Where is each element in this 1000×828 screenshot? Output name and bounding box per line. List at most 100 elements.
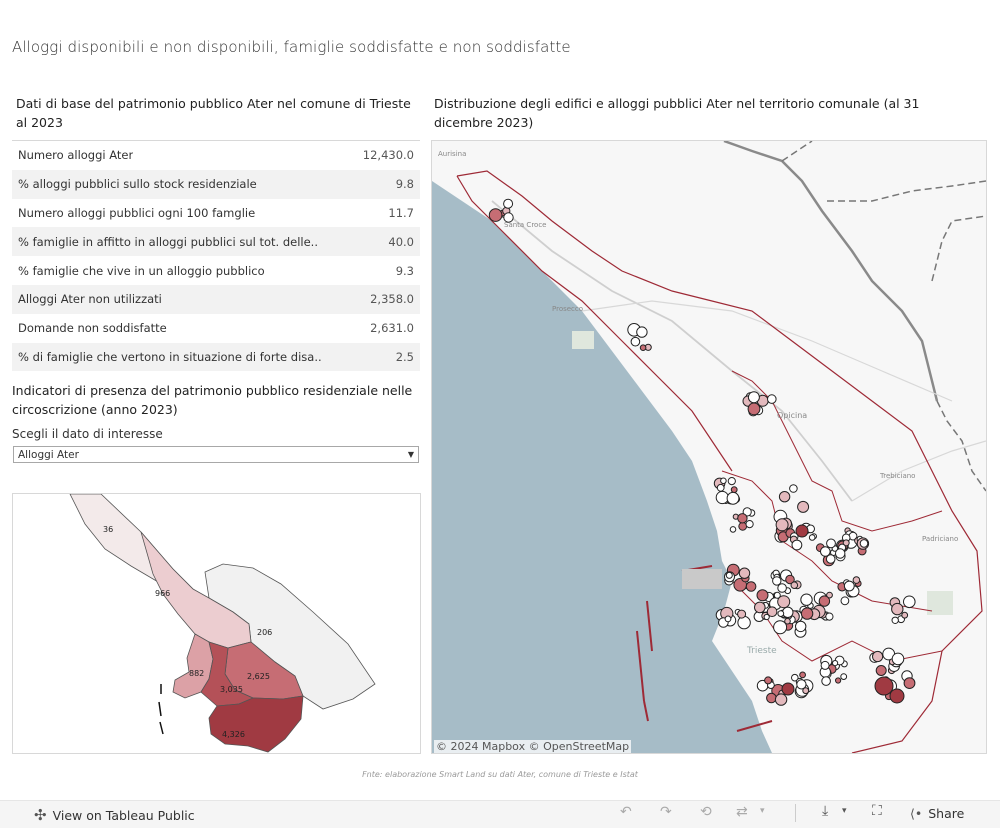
building-marker[interactable] bbox=[795, 524, 809, 538]
chevron-down-icon[interactable]: ▾ bbox=[842, 806, 847, 816]
building-marker[interactable] bbox=[872, 650, 884, 663]
building-marker[interactable] bbox=[903, 595, 916, 609]
building-marker[interactable] bbox=[767, 394, 777, 404]
building-marker[interactable] bbox=[791, 539, 803, 551]
building-marker[interactable] bbox=[754, 601, 766, 614]
building-marker[interactable] bbox=[875, 665, 887, 676]
building-marker[interactable] bbox=[820, 660, 830, 670]
map-attribution[interactable]: © 2024 Mapbox © OpenStreetMap bbox=[434, 740, 632, 753]
building-marker[interactable] bbox=[738, 521, 748, 531]
kpi-row[interactable]: % di famiglie che vertono in situazione … bbox=[12, 342, 420, 372]
building-marker[interactable] bbox=[835, 677, 842, 684]
building-marker[interactable] bbox=[720, 477, 727, 485]
kpi-row[interactable]: Numero alloggi Ater 12,430.0 bbox=[12, 141, 420, 170]
share-button[interactable]: ⟨• Share bbox=[910, 806, 964, 821]
building-marker[interactable] bbox=[840, 596, 850, 606]
buildings-distribution-map[interactable]: Aurisina Santa Croce Prosecco Opicina Tr… bbox=[431, 140, 987, 754]
building-marker[interactable] bbox=[891, 652, 905, 666]
building-marker[interactable] bbox=[488, 208, 503, 222]
building-marker[interactable] bbox=[737, 513, 748, 524]
building-marker[interactable] bbox=[639, 344, 647, 351]
kpi-label: Numero alloggi Ater bbox=[18, 148, 134, 163]
building-marker[interactable] bbox=[775, 518, 789, 532]
building-marker[interactable] bbox=[795, 620, 807, 633]
kpi-row[interactable]: Numero alloggi pubblici ogni 100 famglie… bbox=[12, 199, 420, 228]
building-marker[interactable] bbox=[764, 676, 773, 685]
building-marker[interactable] bbox=[782, 606, 794, 618]
redo-icon[interactable]: ↷ bbox=[660, 804, 672, 820]
building-marker[interactable] bbox=[745, 581, 757, 592]
building-marker[interactable] bbox=[730, 486, 738, 494]
building-marker[interactable] bbox=[789, 484, 798, 493]
building-marker[interactable] bbox=[756, 589, 769, 602]
building-marker[interactable] bbox=[802, 687, 810, 695]
building-marker[interactable] bbox=[724, 615, 732, 623]
kpi-row[interactable]: Domande non soddisfatte 2,631.0 bbox=[12, 314, 420, 343]
building-marker[interactable] bbox=[747, 402, 761, 416]
view-on-tableau-public-link[interactable]: ✣ View on Tableau Public bbox=[34, 806, 195, 824]
revert-icon[interactable]: ⟲ bbox=[700, 804, 712, 820]
indicator-dropdown[interactable]: Alloggi Ater ▼ bbox=[13, 446, 419, 463]
building-marker[interactable] bbox=[727, 477, 736, 486]
building-marker[interactable] bbox=[832, 660, 839, 667]
building-marker[interactable] bbox=[843, 580, 855, 592]
kpi-row[interactable]: % alloggi pubblici sullo stock residenzi… bbox=[12, 169, 420, 199]
kpi-row[interactable]: % famiglie che vive in un alloggio pubbl… bbox=[12, 256, 420, 285]
building-marker[interactable] bbox=[820, 546, 831, 557]
refresh-icon[interactable]: ⇄ bbox=[736, 804, 748, 820]
building-marker[interactable] bbox=[715, 490, 729, 505]
building-marker[interactable] bbox=[901, 611, 909, 619]
building-marker[interactable] bbox=[797, 500, 810, 513]
building-marker[interactable] bbox=[891, 616, 899, 624]
building-marker[interactable] bbox=[800, 607, 814, 620]
building-marker[interactable] bbox=[818, 595, 831, 607]
building-marker[interactable] bbox=[799, 671, 807, 679]
building-marker[interactable] bbox=[903, 677, 916, 689]
building-marker[interactable] bbox=[781, 682, 795, 696]
building-marker[interactable] bbox=[808, 534, 816, 541]
building-marker[interactable] bbox=[729, 526, 737, 533]
building-marker[interactable] bbox=[774, 693, 788, 706]
building-marker[interactable] bbox=[766, 606, 778, 618]
building-marker[interactable] bbox=[800, 593, 813, 606]
building-marker[interactable] bbox=[503, 198, 514, 209]
undo-icon[interactable]: ↶ bbox=[620, 804, 632, 820]
building-marker[interactable] bbox=[503, 212, 514, 223]
building-marker[interactable] bbox=[630, 336, 641, 347]
building-marker[interactable] bbox=[790, 581, 799, 590]
building-marker[interactable] bbox=[889, 688, 905, 704]
building-marker[interactable] bbox=[835, 548, 846, 559]
building-marker[interactable] bbox=[859, 539, 869, 548]
building-marker[interactable] bbox=[773, 591, 781, 599]
building-marker[interactable] bbox=[891, 602, 904, 616]
building-marker[interactable] bbox=[821, 676, 831, 686]
building-marker[interactable] bbox=[716, 483, 725, 492]
building-marker[interactable] bbox=[778, 491, 791, 503]
kpi-row[interactable]: % famiglie in affitto in alloggi pubblic… bbox=[12, 227, 420, 257]
district-choropleth-map[interactable]: 36 966 206 882 2,625 3,035 4,326 bbox=[12, 493, 421, 754]
building-marker[interactable] bbox=[738, 567, 751, 579]
kpi-label: % famiglie che vive in un alloggio pubbl… bbox=[18, 263, 265, 278]
building-marker[interactable] bbox=[784, 617, 791, 625]
building-marker[interactable] bbox=[826, 538, 836, 549]
building-marker[interactable] bbox=[772, 576, 782, 586]
building-marker[interactable] bbox=[777, 610, 785, 618]
building-marker[interactable] bbox=[766, 692, 777, 704]
building-marker[interactable] bbox=[825, 612, 834, 621]
building-marker[interactable] bbox=[852, 576, 861, 584]
building-marker[interactable] bbox=[745, 520, 754, 529]
building-marker[interactable] bbox=[747, 391, 760, 404]
building-marker[interactable] bbox=[737, 609, 747, 619]
building-marker[interactable] bbox=[726, 491, 740, 505]
building-marker[interactable] bbox=[737, 615, 751, 630]
district-label: 3,035 bbox=[220, 685, 243, 694]
building-marker[interactable] bbox=[874, 676, 894, 696]
chevron-down-icon[interactable]: ▾ bbox=[760, 806, 765, 816]
kpi-row[interactable]: Alloggi Ater non utilizzati 2,358.0 bbox=[12, 284, 420, 314]
building-marker[interactable] bbox=[840, 673, 848, 680]
download-icon[interactable]: ⤓ bbox=[822, 803, 828, 819]
building-marker[interactable] bbox=[725, 571, 733, 579]
building-marker[interactable] bbox=[636, 326, 648, 338]
kpi-label: % di famiglie che vertono in situazione … bbox=[18, 349, 322, 364]
fullscreen-icon[interactable]: ⛶ bbox=[872, 803, 882, 819]
